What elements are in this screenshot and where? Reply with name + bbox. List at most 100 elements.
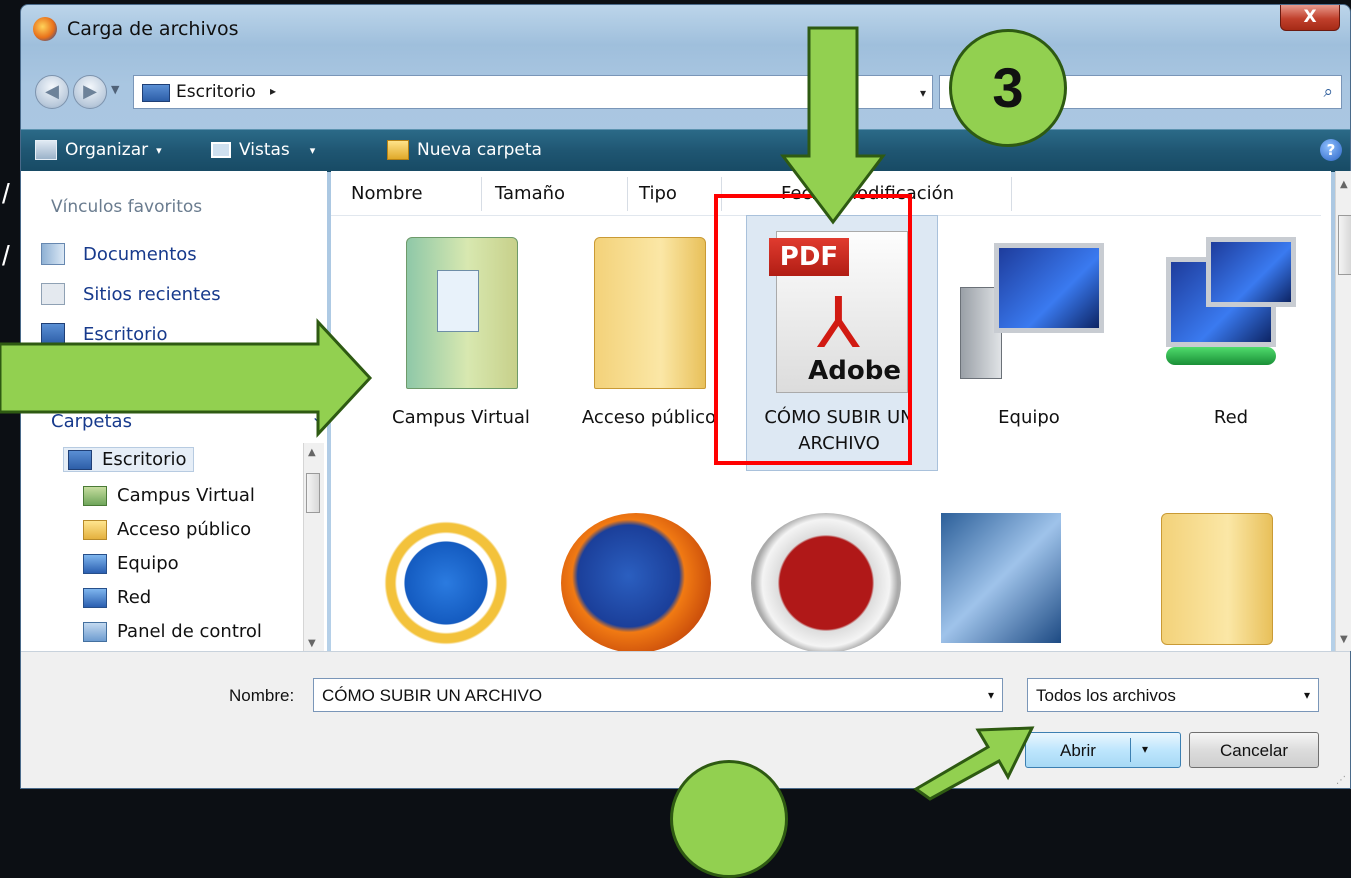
address-dropdown-icon[interactable]: ▾ — [920, 86, 926, 100]
arrow-left-callout — [0, 318, 373, 438]
column-name[interactable]: Nombre — [351, 183, 423, 204]
tree-item-computer[interactable]: Equipo — [83, 553, 179, 574]
favorite-item-documents[interactable]: Documentos — [41, 243, 197, 265]
chevron-down-icon[interactable]: ▾ — [1304, 688, 1310, 702]
tree-item-public[interactable]: Acceso público — [83, 519, 251, 540]
desktop-icon — [68, 449, 92, 470]
network-icon — [83, 587, 107, 608]
scroll-thumb[interactable] — [306, 473, 320, 513]
campus-folder-icon — [406, 237, 518, 389]
tree-item-label: Panel de control — [117, 621, 262, 642]
tree-item-network[interactable]: Red — [83, 587, 151, 608]
scroll-up-icon[interactable]: ▲ — [308, 447, 316, 458]
split-divider — [1130, 738, 1131, 762]
column-size[interactable]: Tamaño — [495, 183, 565, 204]
computer-icon — [83, 553, 107, 574]
nero-icon[interactable] — [751, 513, 901, 651]
folder-icon[interactable] — [1161, 513, 1273, 645]
tree-item-control-panel[interactable]: Panel de control — [83, 621, 262, 642]
scroll-thumb[interactable] — [1338, 215, 1351, 275]
new-folder-label: Nueva carpeta — [417, 140, 542, 160]
views-icon — [211, 142, 231, 158]
folder-tree-scrollbar[interactable]: ▲ ▼ — [303, 443, 324, 653]
breadcrumb-chevron-icon[interactable]: ▸ — [270, 84, 276, 98]
file-label: Acceso público — [581, 407, 717, 428]
dialog-footer: Nombre: CÓMO SUBIR UN ARCHIVO ▾ Todos lo… — [21, 651, 1350, 788]
help-icon[interactable]: ? — [1320, 139, 1342, 161]
open-button-label: Abrir — [1060, 741, 1096, 760]
tree-item-label: Campus Virtual — [117, 485, 255, 506]
openoffice-icon[interactable] — [941, 513, 1061, 643]
folder-icon — [594, 237, 706, 389]
file-item-network[interactable]: Red — [1141, 227, 1321, 431]
edge-glyph: / — [2, 240, 10, 271]
firefox-icon[interactable] — [561, 513, 711, 651]
column-divider[interactable] — [481, 177, 482, 211]
file-list-scrollbar[interactable]: ▲ ▼ — [1335, 171, 1351, 651]
file-type-select[interactable]: Todos los archivos ▾ — [1027, 678, 1319, 712]
computer-icon — [954, 227, 1104, 397]
column-divider[interactable] — [627, 177, 628, 211]
chevron-down-icon[interactable]: ▾ — [1142, 742, 1148, 756]
tree-item-label: Equipo — [117, 553, 179, 574]
cancel-button-label: Cancelar — [1219, 741, 1289, 760]
tree-item-desktop[interactable]: Escritorio — [63, 447, 194, 472]
file-item-campus-virtual[interactable]: Campus Virtual — [371, 227, 551, 431]
window-title: Carga de archivos — [67, 18, 239, 40]
documents-icon — [41, 243, 65, 265]
scroll-up-icon[interactable]: ▲ — [1340, 179, 1348, 190]
file-label: Red — [1213, 407, 1249, 428]
organize-icon — [35, 140, 57, 160]
file-item-computer[interactable]: Equipo — [939, 227, 1119, 431]
chevron-down-icon: ▾ — [156, 143, 162, 157]
tree-item-campus-virtual[interactable]: Campus Virtual — [83, 485, 255, 506]
file-item-public[interactable]: Acceso público — [559, 227, 739, 431]
organize-button[interactable]: Organizar ▾ — [35, 140, 162, 160]
address-location[interactable]: Escritorio — [176, 82, 256, 102]
scroll-down-icon[interactable]: ▼ — [308, 638, 316, 649]
arrow-diagonal-callout — [913, 726, 1035, 801]
internet-explorer-icon[interactable] — [371, 513, 521, 651]
resize-grip-icon[interactable]: ⋰ — [1336, 775, 1346, 786]
cancel-button[interactable]: Cancelar — [1189, 732, 1319, 768]
favorite-label: Documentos — [83, 243, 197, 265]
arrow-down-callout — [779, 26, 887, 225]
favorite-item-recent[interactable]: Sitios recientes — [41, 283, 221, 305]
address-row: ◀ ▶ ▼ Escritorio ▸ ▾ ⌕ — [21, 53, 1350, 129]
chevron-down-icon: ▾ — [309, 143, 316, 157]
folder-icon — [83, 519, 107, 540]
views-label: Vistas — [239, 140, 290, 160]
back-button[interactable]: ◀ — [35, 75, 69, 109]
favorites-heading: Vínculos favoritos — [51, 197, 203, 217]
file-name-value[interactable]: CÓMO SUBIR UN ARCHIVO — [322, 686, 542, 706]
column-divider[interactable] — [1011, 177, 1012, 211]
step-number-badge: 3 — [949, 29, 1067, 147]
file-type-value: Todos los archivos — [1036, 686, 1176, 705]
organize-label: Organizar — [65, 140, 149, 160]
tree-item-label: Acceso público — [117, 519, 252, 540]
column-type[interactable]: Tipo — [639, 183, 677, 204]
desktop-icon — [142, 84, 170, 102]
close-button[interactable]: X — [1280, 5, 1340, 31]
title-bar[interactable]: Carga de archivos X — [21, 5, 1350, 53]
highlight-box — [714, 194, 912, 465]
scroll-down-icon[interactable]: ▼ — [1340, 634, 1348, 645]
new-folder-button[interactable]: Nueva carpeta — [387, 140, 542, 160]
file-label: Campus Virtual — [392, 407, 530, 428]
search-icon[interactable]: ⌕ — [1323, 82, 1333, 102]
forward-button[interactable]: ▶ — [73, 75, 107, 109]
file-name-label: Nombre: — [229, 686, 295, 705]
firefox-icon — [33, 17, 57, 41]
tree-item-label: Escritorio — [102, 449, 187, 470]
favorite-label: Sitios recientes — [83, 283, 221, 305]
file-label: Equipo — [998, 407, 1060, 428]
recent-places-icon — [41, 283, 65, 305]
step-badge-bottom — [670, 760, 788, 878]
command-toolbar: Organizar ▾ Vistas ▾ Nueva carpeta ? — [21, 129, 1350, 172]
network-icon — [1156, 227, 1306, 397]
tree-item-label: Red — [117, 587, 152, 608]
history-dropdown-icon[interactable]: ▼ — [111, 83, 119, 96]
views-button[interactable]: Vistas ▾ — [211, 140, 315, 160]
control-panel-icon — [83, 621, 107, 642]
edge-glyph: / — [2, 178, 10, 209]
